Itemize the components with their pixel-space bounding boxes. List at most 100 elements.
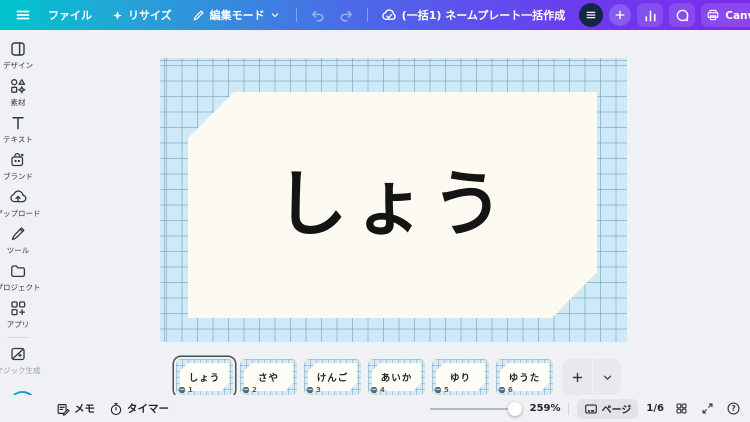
zoom-slider-handle[interactable] [508, 402, 522, 416]
sidebar-item-tools[interactable]: ツール [0, 222, 36, 259]
printer-icon [242, 386, 250, 394]
add-collaborator-button[interactable] [609, 4, 631, 26]
bottombar-divider [568, 403, 569, 415]
page-thumbnail[interactable]: ゆうた 6 [496, 359, 553, 395]
bottom-bar: メモ タイマー 259% ページ 1/6 ? [0, 395, 750, 422]
resize-button[interactable]: リサイズ [104, 4, 180, 26]
help-button[interactable]: ? [724, 400, 742, 418]
toolbar-divider [367, 8, 368, 22]
thumbnail-number: 2 [252, 386, 257, 394]
design-icon [9, 40, 27, 58]
grid-view-button[interactable] [672, 400, 690, 418]
redo-button[interactable] [334, 4, 359, 26]
page-thumbnail[interactable]: ゆり 5 [432, 359, 489, 395]
more-pages-button[interactable] [593, 359, 621, 395]
undo-icon [310, 8, 325, 23]
sidebar-divider [7, 337, 29, 338]
sidebar-item-magic-generate[interactable]: マジック生成 [0, 342, 36, 379]
main-menu-button[interactable] [10, 4, 36, 26]
thumbnail-number: 4 [380, 386, 385, 394]
help-icon: ? [726, 401, 741, 416]
thumbnail-number: 1 [188, 386, 193, 394]
printer-icon [370, 386, 378, 394]
file-menu-label: ファイル [48, 7, 92, 23]
document-title[interactable]: (一括1) ネームプレート一括作成 [402, 7, 566, 23]
text-icon [9, 114, 27, 132]
thumbnail-number: 3 [316, 386, 321, 394]
fullscreen-button[interactable] [698, 400, 716, 418]
pen-tool-icon [9, 225, 27, 243]
page-thumbnail[interactable]: しょう 1 [176, 359, 233, 395]
sidebar-item-uploads[interactable]: アップロード [0, 185, 36, 222]
name-text-element[interactable]: しょう [275, 145, 509, 250]
sidebar-label: 素材 [11, 97, 26, 108]
apps-grid-icon [9, 299, 27, 317]
sidebar-label: デザイン [3, 60, 33, 71]
bar-chart-icon [643, 8, 658, 23]
comment-bubble-icon [675, 8, 690, 23]
printer-icon [706, 8, 720, 22]
sidebar-label: アップロード [0, 208, 41, 219]
magic-sparkle-icon [112, 10, 123, 21]
zoom-level[interactable]: 259% [530, 403, 560, 414]
sidebar-item-apps[interactable]: アプリ [0, 296, 36, 333]
timer-icon [109, 402, 123, 416]
hamburger-icon [15, 7, 31, 23]
sidebar-item-brand[interactable]: ブランド [0, 148, 36, 185]
zoom-slider[interactable] [430, 402, 522, 416]
notes-button[interactable]: メモ [56, 401, 95, 416]
thumbnail-name: あいか [381, 370, 413, 384]
printer-icon [178, 386, 186, 394]
page-thumbnail[interactable]: あいか 4 [368, 359, 425, 395]
thumbnail-meta: 6 [498, 386, 513, 394]
sidebar-item-elements[interactable]: 素材 [0, 74, 36, 111]
cloud-save-status[interactable] [376, 4, 402, 26]
add-page-button[interactable] [562, 359, 592, 395]
page-indicator: 1/6 [646, 403, 664, 414]
insights-button[interactable] [637, 3, 663, 27]
thumbnail-name: さや [258, 370, 279, 384]
sidebar-label: テキスト [3, 134, 33, 145]
expand-icon [701, 402, 714, 415]
print-button[interactable]: Canvaで印刷 [701, 3, 750, 27]
edit-mode-button[interactable]: 編集モード [184, 4, 288, 26]
sidebar-item-projects[interactable]: プロジェクト [0, 259, 36, 296]
comments-button[interactable] [669, 3, 695, 27]
folder-icon [9, 262, 27, 280]
notes-icon [56, 402, 70, 416]
workspace: しょう [36, 30, 750, 395]
bulk-list-button[interactable] [579, 3, 603, 27]
plus-icon [571, 371, 584, 384]
sidebar-label: プロジェクト [0, 282, 41, 293]
sidebar-item-design[interactable]: デザイン [0, 37, 36, 74]
magic-media-icon [9, 345, 27, 363]
chevron-down-icon [602, 372, 613, 383]
printer-icon [498, 386, 506, 394]
page-thumbnail[interactable]: けんご 3 [304, 359, 361, 395]
thumbnail-meta: 4 [370, 386, 385, 394]
timer-button[interactable]: タイマー [109, 401, 169, 416]
grid-view-icon [675, 402, 688, 415]
thumbnail-meta: 2 [242, 386, 257, 394]
thumbnail-number: 5 [444, 386, 449, 394]
design-page[interactable]: しょう [160, 58, 627, 342]
sidebar-label: ツール [7, 245, 30, 256]
top-toolbar: ファイル リサイズ 編集モード (一括1) ネームプレート一括作成 [0, 0, 750, 30]
name-card-shape[interactable]: しょう [188, 92, 597, 318]
printer-icon [434, 386, 442, 394]
thumbnail-meta: 1 [178, 386, 193, 394]
page-thumbnail[interactable]: さや 2 [240, 359, 297, 395]
toolbar-divider [296, 8, 297, 22]
timer-label: タイマー [127, 401, 169, 416]
redo-icon [339, 8, 354, 23]
elements-icon [9, 77, 27, 95]
sidebar-label: マジック生成 [0, 365, 41, 376]
file-menu-button[interactable]: ファイル [40, 4, 100, 26]
undo-button[interactable] [305, 4, 330, 26]
notes-label: メモ [74, 401, 95, 416]
upload-cloud-icon [9, 188, 27, 206]
pages-view-toggle[interactable]: ページ [577, 399, 639, 419]
page-actions [562, 359, 621, 395]
svg-text:?: ? [731, 404, 735, 413]
sidebar-item-text[interactable]: テキスト [0, 111, 36, 148]
